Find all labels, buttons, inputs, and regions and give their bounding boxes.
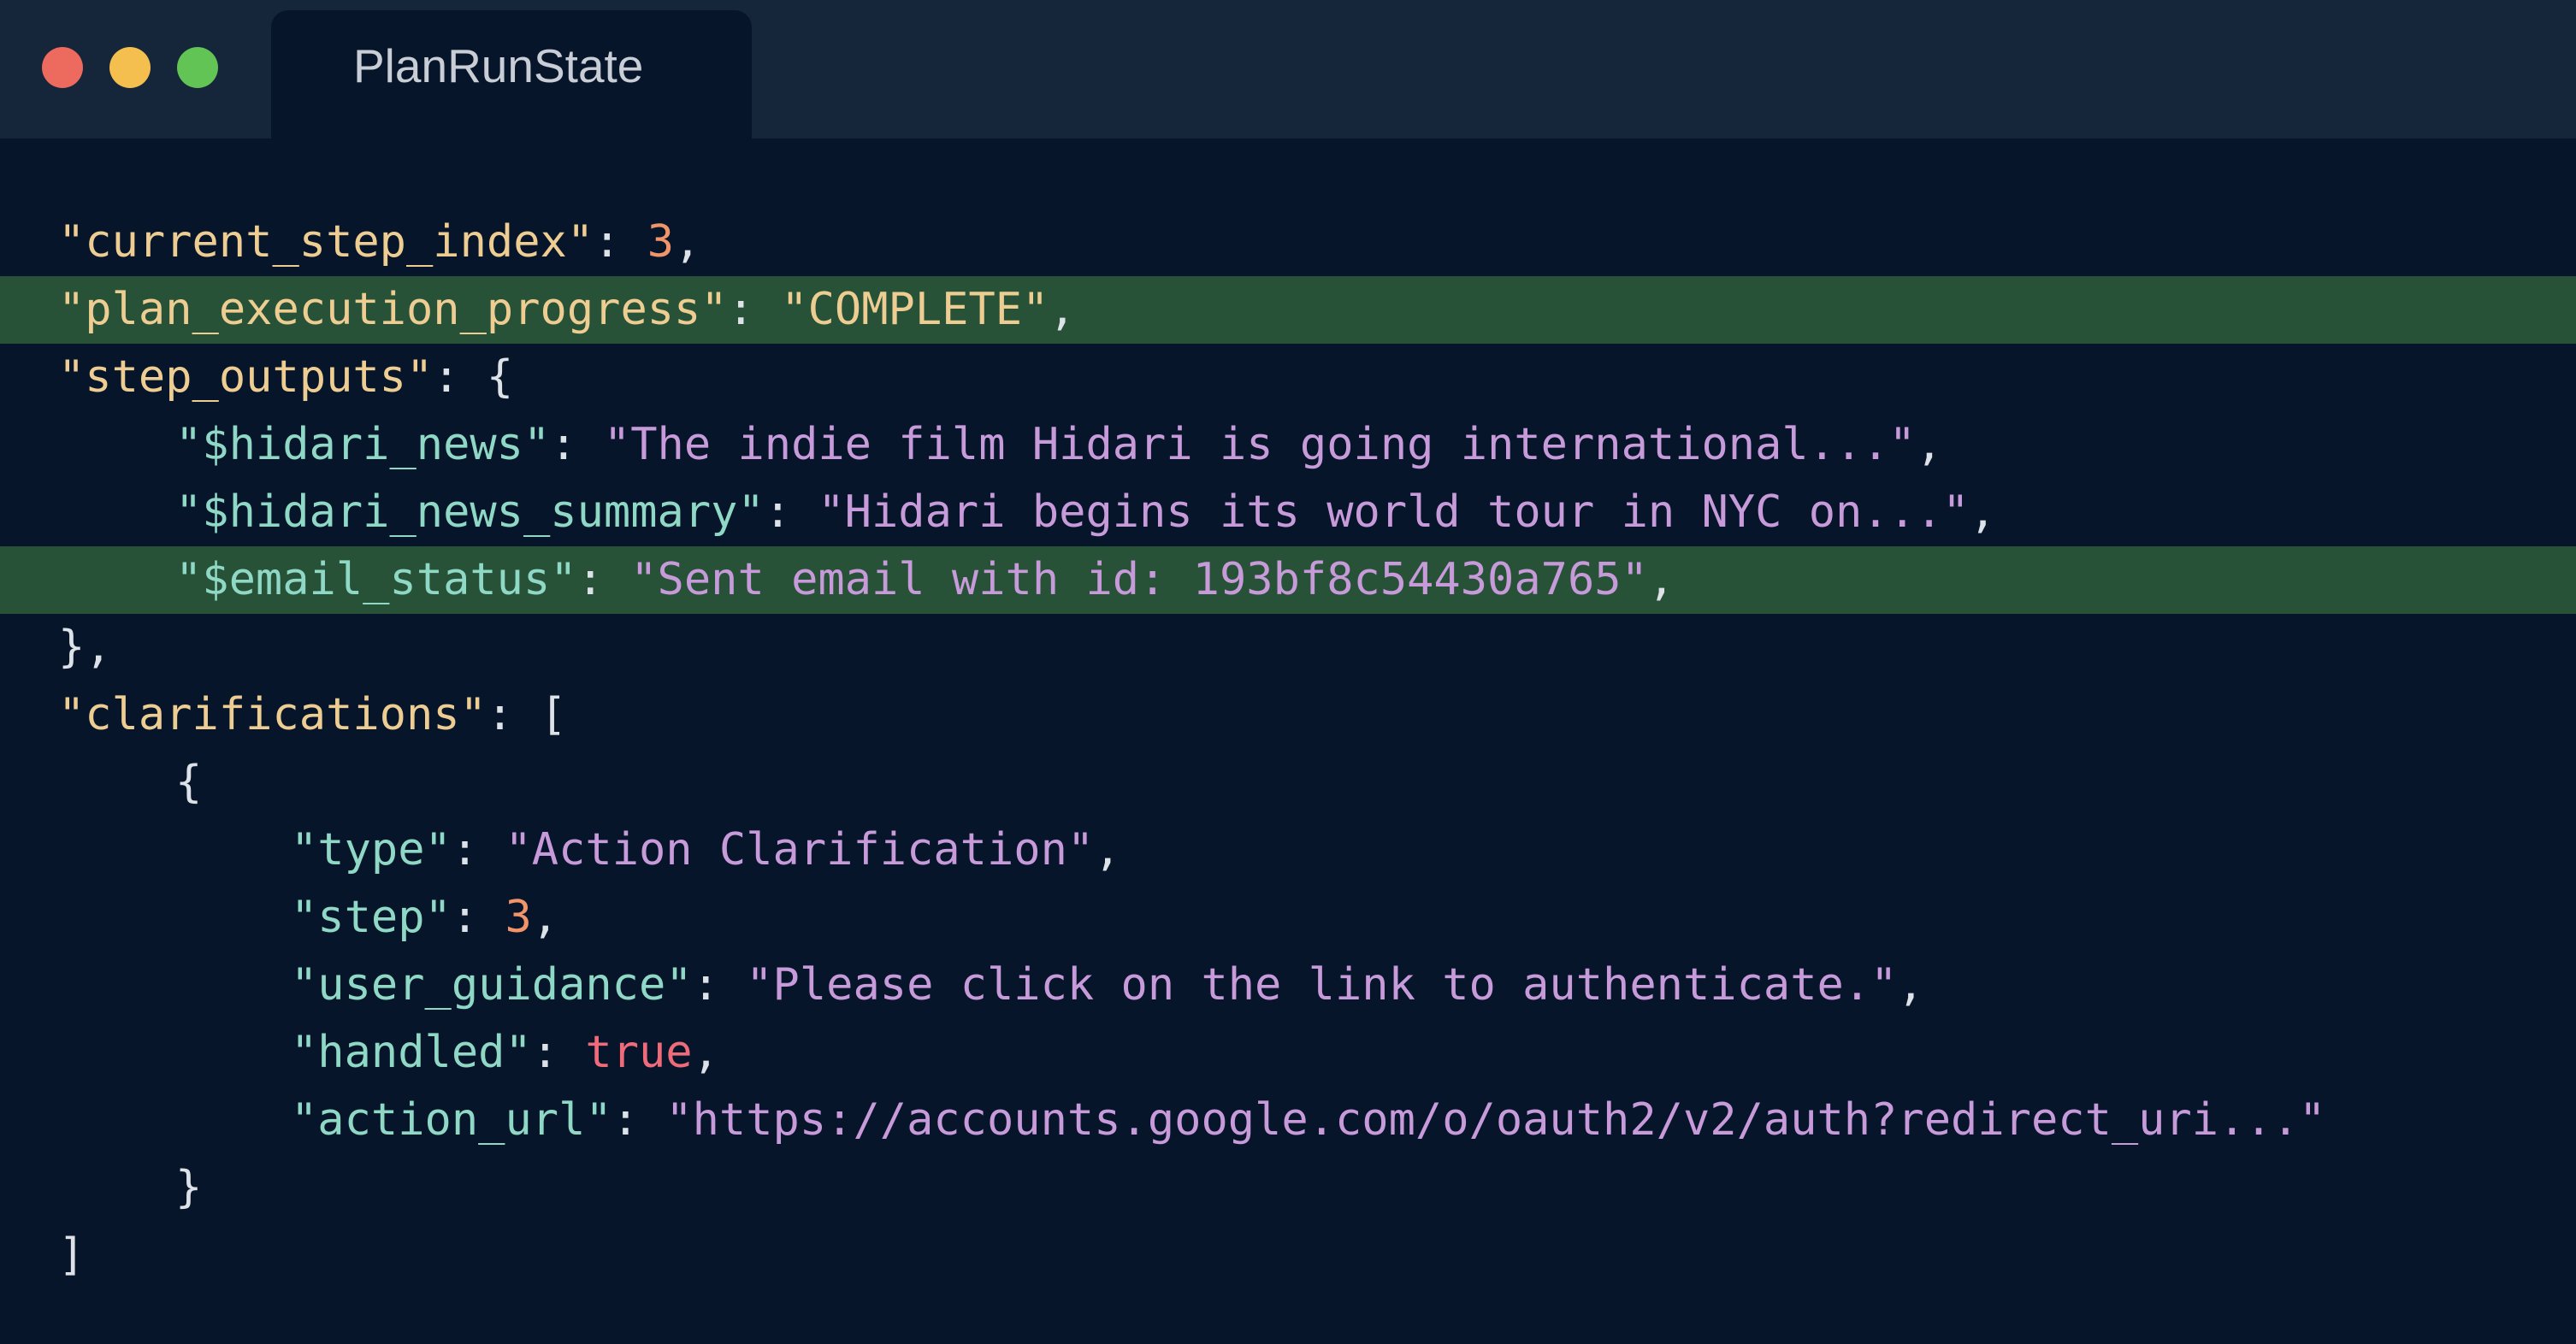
json-string: "https://accounts.google.com/o/oauth2/v2… [665,1094,2326,1146]
code-line-step-outputs-close: }, [58,622,112,673]
code-line-object-open: { [175,757,203,808]
code-line-clarifications: "clarifications": [ [58,689,567,740]
code-line-step: "step": 3, [291,892,559,943]
json-key: "action_url" [291,1094,612,1146]
code-line-object-close: } [175,1162,203,1213]
json-string: "Sent email with id: 193bf8c54430a765" [630,554,1648,605]
editor-window: PlanRunState "current_step_index": 3, "p… [0,0,2576,1344]
json-string: "COMPLETE" [781,284,1049,335]
code-line-email-status: "$email_status": "Sent email with id: 19… [0,546,2576,614]
close-window-button[interactable] [42,47,83,88]
json-key: "$hidari_news_summary" [175,486,765,538]
json-boolean: true [585,1027,693,1078]
json-key: "$hidari_news" [175,419,551,470]
json-key: "type" [291,824,452,875]
code-line-array-close: ] [58,1229,86,1281]
json-string: "Hidari begins its world tour in NYC on.… [818,486,1970,538]
code-view: "current_step_index": 3, "plan_execution… [0,209,2576,1289]
code-line-type: "type": "Action Clarification", [291,824,1121,875]
maximize-window-button[interactable] [177,47,218,88]
json-key: "step" [291,892,452,943]
tab-title: PlanRunState [353,39,644,92]
json-string: "Please click on the link to authenticat… [746,959,1898,1011]
json-key: "step_outputs" [58,351,434,403]
minimize-window-button[interactable] [109,47,151,88]
code-line-hidari-news-summary: "$hidari_news_summary": "Hidari begins i… [175,486,1996,538]
json-string: "Action Clarification" [505,824,1095,875]
code-line-current-step-index: "current_step_index": 3, [58,216,701,268]
json-number: 3 [647,216,675,268]
json-key: "user_guidance" [291,959,693,1011]
json-key: "current_step_index" [58,216,594,268]
code-line-action-url: "action_url": "https://accounts.google.c… [291,1094,2326,1146]
json-key: "clarifications" [58,689,487,740]
tab-planrunstate[interactable]: PlanRunState [271,10,752,139]
code-line-handled: "handled": true, [291,1027,719,1078]
json-key: "plan_execution_progress" [58,284,728,335]
json-number: 3 [505,892,532,943]
json-string: "The indie film Hidari is going internat… [603,419,1916,470]
title-bar: PlanRunState [0,0,2576,139]
code-line-plan-execution-progress: "plan_execution_progress": "COMPLETE", [0,276,2576,344]
code-line-step-outputs: "step_outputs": { [58,351,514,403]
json-key: "$email_status" [175,554,577,605]
json-key: "handled" [291,1027,532,1078]
code-line-user-guidance: "user_guidance": "Please click on the li… [291,959,1924,1011]
code-line-hidari-news: "$hidari_news": "The indie film Hidari i… [175,419,1943,470]
